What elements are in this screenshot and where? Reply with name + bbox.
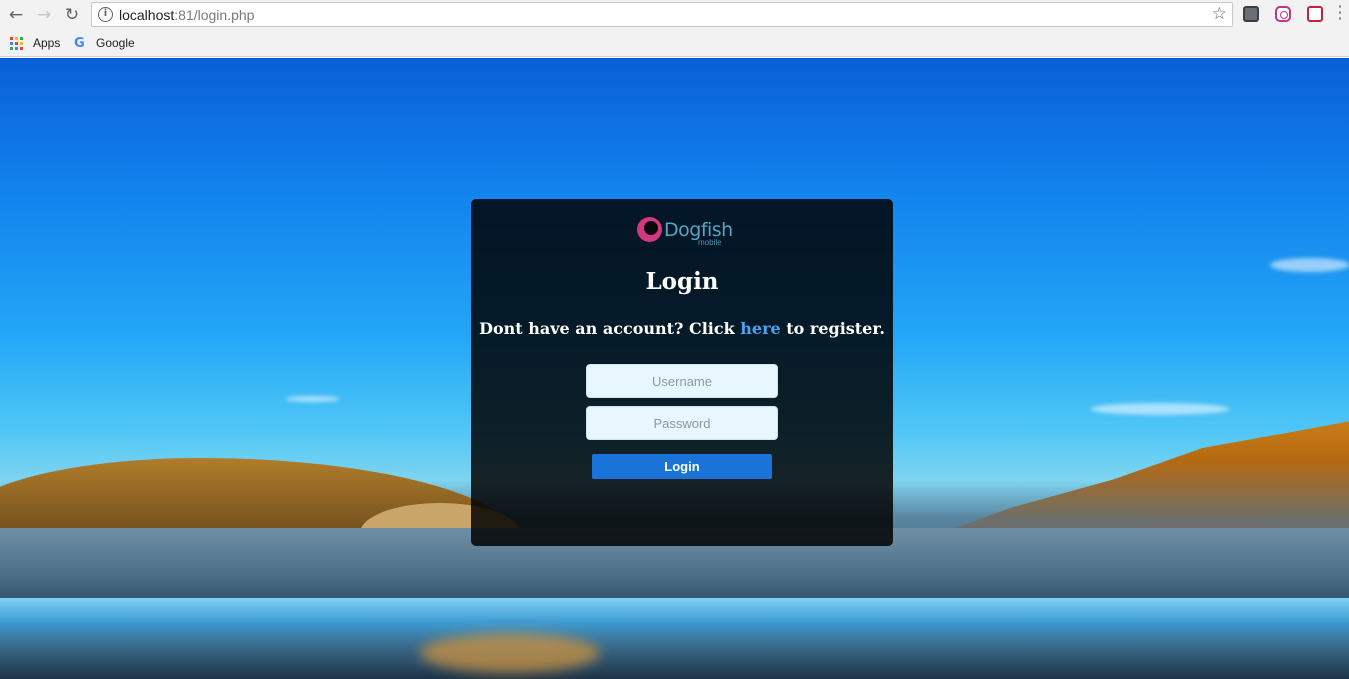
bookmarks-bar: Apps G Google: [0, 30, 1349, 57]
lake-reflection: [420, 633, 600, 673]
login-card: Dogfish mobile Login Dont have an accoun…: [471, 199, 893, 546]
address-bar[interactable]: i localhost:81/login.php ☆: [91, 2, 1233, 27]
password-input[interactable]: [586, 406, 778, 440]
lake: [0, 598, 1349, 679]
browser-menu-icon[interactable]: · · ·: [1336, 0, 1344, 27]
url-host: localhost: [119, 7, 175, 23]
page-background: Dogfish mobile Login Dont have an accoun…: [0, 58, 1349, 679]
instagram-icon[interactable]: [1275, 6, 1291, 22]
dogfish-logo: Dogfish mobile: [637, 216, 737, 248]
cloud: [1090, 403, 1230, 415]
cloud: [285, 396, 340, 402]
info-icon[interactable]: i: [98, 7, 113, 22]
profile-extension-icon[interactable]: [1243, 6, 1259, 22]
bookmark-star-icon[interactable]: ☆: [1212, 4, 1227, 24]
bookmark-apps[interactable]: Apps: [33, 36, 60, 50]
username-input[interactable]: [586, 364, 778, 398]
browser-toolbar: ← → ↻ i localhost:81/login.php ☆ · · ·: [0, 0, 1349, 30]
register-prefix: Dont have an account? Click: [479, 319, 741, 338]
forward-arrow-icon[interactable]: →: [33, 4, 55, 26]
register-suffix: to register.: [780, 319, 885, 338]
login-button[interactable]: Login: [592, 454, 772, 479]
reload-icon[interactable]: ↻: [61, 4, 83, 26]
url-path: :81/login.php: [174, 7, 255, 23]
back-arrow-icon[interactable]: ←: [5, 4, 27, 26]
page-title: Login: [645, 268, 719, 295]
apps-grid-icon[interactable]: [10, 37, 23, 50]
pocket-icon[interactable]: [1307, 6, 1323, 22]
bookmark-google[interactable]: Google: [96, 36, 135, 50]
register-link[interactable]: here: [740, 319, 780, 338]
logo-subtext: mobile: [698, 238, 722, 247]
dogfish-logo-icon: [637, 217, 662, 242]
google-g-icon[interactable]: G: [74, 36, 85, 51]
register-prompt: Dont have an account? Click here to regi…: [471, 319, 893, 338]
url-text[interactable]: localhost:81/login.php: [119, 7, 254, 23]
cloud: [1270, 258, 1349, 272]
